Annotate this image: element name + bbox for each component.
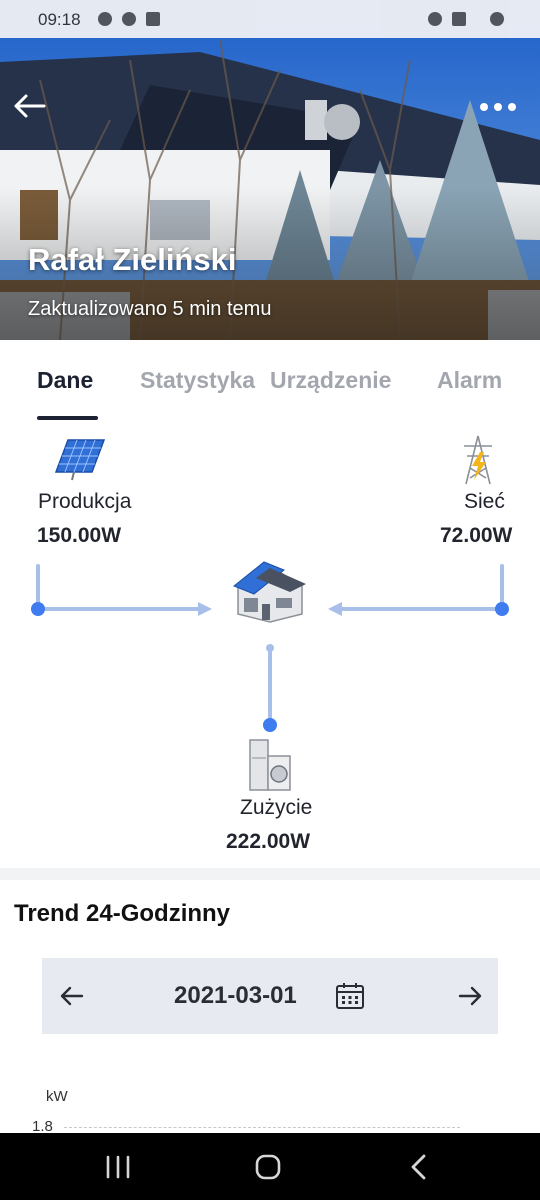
more-dots-icon [480,103,488,111]
back-button[interactable] [10,88,50,124]
tab-alarm[interactable]: Alarm [437,367,502,394]
tab-dane[interactable]: Dane [37,367,93,394]
trend-title: Trend 24-Godzinny [14,900,231,927]
chart-gridline [64,1127,460,1128]
house-icon [233,561,306,623]
battery-icon [490,12,504,26]
energy-flow-panel: Produkcja 150.00W Sieć 72.00W Zużycie 22… [0,422,540,868]
arrow-left-icon [14,94,46,118]
calendar-icon[interactable] [334,980,366,1012]
signal-icon [452,12,466,26]
active-tab-indicator [37,416,98,420]
more-dots-icon [508,103,516,111]
status-time: 09:18 [38,10,81,29]
appliances-icon [249,739,291,791]
prev-day-button[interactable] [54,978,90,1014]
more-button[interactable] [474,92,524,122]
tab-urzadzenie[interactable]: Urządzenie [270,367,391,394]
date-selector: 2021-03-01 [42,958,498,1034]
status-icon [146,12,160,26]
more-dots-icon [494,103,502,111]
tab-bar: Dane Statystyka Urządzenie Alarm [0,340,540,423]
chart-unit-label: kW [46,1088,68,1105]
back-nav-button[interactable] [400,1151,440,1183]
consumption-label: Zużycie [240,796,313,819]
selected-date[interactable]: 2021-03-01 [174,982,297,1010]
site-title: Rafał Zieliński [28,242,237,277]
home-button[interactable] [248,1151,288,1183]
hero-banner [0,0,540,340]
last-updated: Zaktualizowano 5 min temu [28,298,272,320]
recent-apps-button[interactable] [98,1151,138,1183]
house-photo [0,0,540,340]
system-nav-bar [0,1133,540,1200]
tab-statystyka[interactable]: Statystyka [140,367,255,394]
next-day-button[interactable] [452,978,488,1014]
status-icon [122,12,136,26]
consumption-value: 222.00W [226,830,311,853]
status-bar: 09:18 [0,0,540,38]
alarm-icon [428,12,442,26]
trend-panel: Trend 24-Godzinny 2021-03-01 kW 1.8 [0,880,540,1140]
status-icon [98,12,112,26]
